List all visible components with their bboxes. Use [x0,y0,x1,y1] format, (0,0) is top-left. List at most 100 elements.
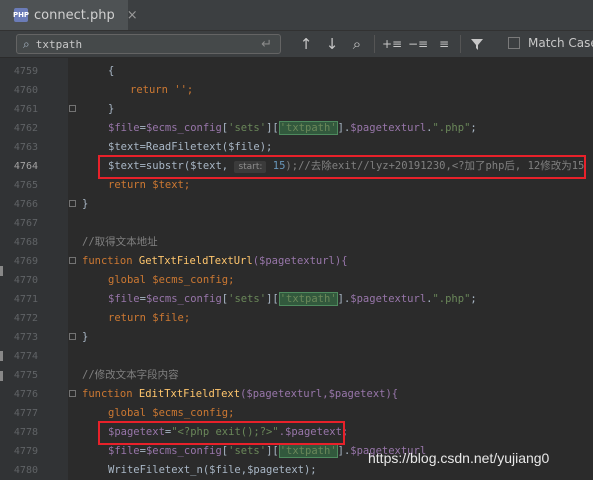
code-token: function [82,255,139,267]
line-number: 4761 [13,104,38,115]
code-token: ".php" [432,293,471,305]
line-number: 4766 [13,199,38,210]
code-comment: //取得文本地址 [82,236,158,248]
tab-connect-php[interactable]: PHP connect.php × [0,0,138,30]
line-number: 4777 [13,408,38,419]
code-token: 'sets' [228,445,267,457]
line-number: 4770 [13,275,38,286]
code-token: ($pagetexturl){ [252,255,348,267]
code-token: ][ [266,445,279,457]
search-input[interactable]: ⌕ txtpath ↵ [16,34,281,54]
line-number-current: 4764 [13,161,38,172]
annotation-box [98,421,345,445]
function-name: GetTxtFieldTextUrl [138,255,253,267]
code-comment: //修改文本字段内容 [82,369,179,381]
line-number: 4779 [13,446,38,457]
code-token: ][ [266,293,279,305]
search-match-highlight: 'txtpath' [278,121,338,135]
remove-occurrence-button[interactable]: −≡ [408,35,428,53]
fold-marker[interactable] [69,390,76,397]
code-token: return $file; [108,312,191,324]
line-number: 4768 [13,237,38,248]
line-number: 4776 [13,389,38,400]
code-token: ; [470,293,477,305]
fold-marker[interactable] [69,200,76,207]
next-occurrence-button[interactable]: ↓ [324,35,340,53]
code-token: return ''; [130,84,194,96]
fold-marker[interactable] [69,333,76,340]
code-line: global $ecms_config; [108,271,234,290]
code-token: ]. [337,122,351,134]
toolbar-separator [460,35,461,53]
previous-occurrence-button[interactable]: ↑ [298,35,314,53]
code-token: ($pagetexturl,$pagetext){ [240,388,399,400]
line-number: 4780 [13,465,38,476]
php-file-icon: PHP [13,8,29,22]
code-token: global $ecms_config; [108,274,235,286]
code-line: return ''; [130,81,193,100]
annotation-box [98,155,586,179]
code-token: $pagetexturl [350,293,427,305]
code-token: function [82,388,139,400]
code-token: ][ [266,122,279,134]
code-line: } [108,103,115,115]
line-number: 4769 [13,256,38,267]
code-token: $pagetexturl [350,122,427,134]
code-token: ]. [337,445,351,457]
code-line: $file=$ecms_config['sets']['txtpath'].$p… [108,119,477,138]
line-number: 4760 [13,85,38,96]
code-token: $file [108,293,140,305]
code-line: //取得文本地址 [82,233,158,252]
code-line: { [108,65,115,77]
close-icon[interactable]: × [127,8,138,23]
code-token: ; [470,122,477,134]
match-case-checkbox[interactable] [508,37,520,49]
code-token: $ecms_config [145,445,222,457]
code-token: ".php" [432,122,471,134]
add-occurrence-button[interactable]: +≡ [382,35,402,53]
filter-icon[interactable] [468,35,486,53]
line-number: 4772 [13,313,38,324]
code-token: $file [108,122,140,134]
enter-icon: ↵ [261,36,272,52]
code-token: return $text; [108,179,191,191]
find-in-path-button[interactable]: ⌕ [348,35,366,53]
code-line: } [82,331,89,343]
line-number: 4775 [13,370,38,381]
code-line: function EditTxtFieldText($pagetexturl,$… [82,385,398,404]
code-line: //修改文本字段内容 [82,366,179,385]
line-number: 4763 [13,142,38,153]
code-line: WriteFiletext_n($file,$pagetext); [108,464,317,476]
code-line: } [82,198,89,210]
line-number: 4759 [13,66,38,77]
search-match-highlight: 'txtpath' [278,292,338,306]
line-number: 4771 [13,294,38,305]
line-number: 4762 [13,123,38,134]
fold-marker[interactable] [69,257,76,264]
search-icon: ⌕ [23,36,30,51]
select-all-occurrences-button[interactable]: ≡ [434,35,454,53]
find-bar: ⌕ txtpath ↵ ↑ ↓ ⌕ +≡ −≡ ≡ Match Case [0,31,593,58]
line-number: 4778 [13,427,38,438]
watermark: https://blog.csdn.net/yujiang0 [368,450,550,466]
editor-tab-bar: PHP connect.php × [0,0,593,31]
toolbar-separator [374,35,375,53]
code-token: 'sets' [228,293,267,305]
code-token: $ecms_config [145,293,222,305]
code-line: return $file; [108,309,190,328]
code-token: 'sets' [228,122,267,134]
code-token: ]. [337,293,351,305]
line-number: 4774 [13,351,38,362]
code-line: function GetTxtFieldTextUrl($pagetexturl… [82,252,348,271]
code-editor[interactable]: 4759 4760 4761 4762 4763 4764 4765 4766 … [0,58,593,480]
line-number: 4767 [13,218,38,229]
function-name: EditTxtFieldText [138,388,241,400]
fold-marker[interactable] [69,105,76,112]
code-token: $file [108,445,140,457]
line-number: 4765 [13,180,38,191]
tab-label: connect.php [34,7,115,23]
match-case-label: Match Case [528,36,593,50]
code-token: global $ecms_config; [108,407,235,419]
search-query: txtpath [35,37,83,51]
code-token: $ecms_config [145,122,222,134]
